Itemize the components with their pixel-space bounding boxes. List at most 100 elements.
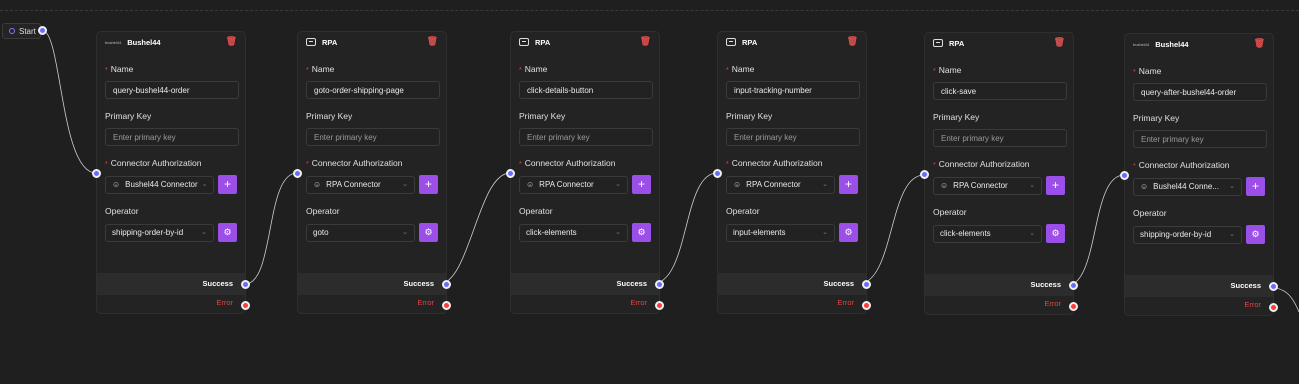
add-connector-button[interactable]: + — [419, 175, 438, 194]
name-input[interactable]: query-bushel44-order — [105, 81, 239, 99]
name-input[interactable]: query-after-bushel44-order — [1133, 83, 1267, 101]
connector-authorization-label: * Connector Authorization — [519, 158, 616, 168]
play-icon — [9, 28, 15, 34]
add-connector-button[interactable]: + — [839, 175, 858, 194]
operator-label: Operator — [306, 206, 340, 216]
primary-key-label: Primary Key — [1133, 113, 1180, 123]
connector-select[interactable]: ☺ RPA Connector ⌄ — [933, 176, 1042, 195]
node-card[interactable]: RPA 🗑 * Name click-details-button Primary… — [510, 31, 660, 314]
node-type-label: RPA — [535, 37, 551, 47]
delete-node-icon[interactable]: 🗑 — [1254, 39, 1265, 48]
error-output-handle[interactable] — [442, 301, 451, 310]
primary-key-input[interactable]: Enter primary key — [726, 128, 860, 146]
node-header[interactable]: bushel44 Bushel44 🗑 — [97, 32, 245, 52]
connector-select[interactable]: ☺ RPA Connector ⌄ — [519, 175, 628, 194]
name-label: * Name — [519, 64, 548, 74]
operator-settings-button[interactable]: ⚙ — [839, 223, 858, 242]
delete-node-icon[interactable]: 🗑 — [427, 37, 438, 46]
error-output-handle[interactable] — [1069, 302, 1078, 311]
operator-select[interactable]: shipping-order-by-id ⌄ — [1133, 225, 1242, 244]
user-icon: ☺ — [1140, 181, 1149, 191]
primary-key-input[interactable]: Enter primary key — [105, 128, 239, 146]
operator-settings-button[interactable]: ⚙ — [632, 223, 651, 242]
add-connector-button[interactable]: + — [632, 175, 651, 194]
required-marker: * — [105, 161, 108, 168]
error-output-handle[interactable] — [1269, 303, 1278, 312]
operator-value: goto — [313, 227, 329, 237]
node-header[interactable]: RPA 🗑 — [925, 33, 1073, 53]
operator-select[interactable]: goto ⌄ — [306, 223, 415, 242]
connector-select[interactable]: ☺ Bushel44 Conne... ⌄ — [1133, 177, 1242, 196]
connector-select[interactable]: ☺ Bushel44 Connector ⌄ — [105, 175, 214, 194]
operator-select[interactable]: click-elements ⌄ — [933, 224, 1042, 243]
node-header[interactable]: RPA 🗑 — [718, 32, 866, 52]
operator-select[interactable]: shipping-order-by-id ⌄ — [105, 223, 214, 242]
node-card[interactable]: bushel44 Bushel44 🗑 * Name query-after-bu… — [1124, 33, 1274, 316]
bushel44-logo-icon: bushel44 — [1133, 41, 1150, 47]
delete-node-icon[interactable]: 🗑 — [226, 37, 237, 46]
node-card[interactable]: RPA 🗑 * Name goto-order-shipping-page Pri… — [297, 31, 447, 314]
name-label: * Name — [306, 64, 335, 74]
chevron-down-icon: ⌄ — [402, 228, 408, 236]
input-handle[interactable] — [920, 170, 929, 179]
operator-settings-button[interactable]: ⚙ — [419, 223, 438, 242]
node-card[interactable]: bushel44 Bushel44 🗑 * Name query-bushel44… — [96, 31, 246, 314]
input-handle[interactable] — [1120, 171, 1129, 180]
primary-key-input[interactable]: Enter primary key — [519, 128, 653, 146]
add-connector-button[interactable]: + — [218, 175, 237, 194]
connector-select[interactable]: ☺ RPA Connector ⌄ — [306, 175, 415, 194]
operator-select[interactable]: input-elements ⌄ — [726, 223, 835, 242]
success-output-handle[interactable] — [1269, 282, 1278, 291]
input-handle[interactable] — [293, 169, 302, 178]
operator-select[interactable]: click-elements ⌄ — [519, 223, 628, 242]
error-label: Error — [1044, 299, 1061, 308]
rpa-icon — [306, 38, 316, 46]
required-marker: * — [1133, 163, 1136, 170]
node-card[interactable]: RPA 🗑 * Name click-save Primary Key Enter… — [924, 32, 1074, 315]
chevron-down-icon: ⌄ — [1229, 230, 1235, 238]
delete-node-icon[interactable]: 🗑 — [847, 37, 858, 46]
success-output-handle[interactable] — [655, 280, 664, 289]
name-input[interactable]: goto-order-shipping-page — [306, 81, 440, 99]
node-header[interactable]: bushel44 Bushel44 🗑 — [1125, 34, 1273, 54]
success-label: Success — [202, 279, 233, 288]
start-node[interactable]: Start — [2, 23, 41, 39]
connector-select[interactable]: ☺ RPA Connector ⌄ — [726, 175, 835, 194]
start-output-handle[interactable] — [38, 26, 47, 35]
name-input[interactable]: click-save — [933, 82, 1067, 100]
operator-settings-button[interactable]: ⚙ — [1246, 225, 1265, 244]
success-output-handle[interactable] — [862, 280, 871, 289]
error-output-handle[interactable] — [655, 301, 664, 310]
primary-key-input[interactable]: Enter primary key — [1133, 130, 1267, 148]
primary-key-input[interactable]: Enter primary key — [933, 129, 1067, 147]
user-icon: ☺ — [526, 179, 535, 189]
node-card[interactable]: RPA 🗑 * Name input-tracking-number Primar… — [717, 31, 867, 314]
add-connector-button[interactable]: + — [1246, 177, 1265, 196]
success-output-handle[interactable] — [1069, 281, 1078, 290]
operator-settings-button[interactable]: ⚙ — [218, 223, 237, 242]
node-header[interactable]: RPA 🗑 — [511, 32, 659, 52]
operator-settings-button[interactable]: ⚙ — [1046, 224, 1065, 243]
add-connector-button[interactable]: + — [1046, 176, 1065, 195]
error-output-handle[interactable] — [862, 301, 871, 310]
name-input[interactable]: input-tracking-number — [726, 81, 860, 99]
required-marker: * — [933, 162, 936, 169]
primary-key-input[interactable]: Enter primary key — [306, 128, 440, 146]
input-handle[interactable] — [92, 169, 101, 178]
success-output-handle[interactable] — [241, 280, 250, 289]
name-input[interactable]: click-details-button — [519, 81, 653, 99]
connector-authorization-label: * Connector Authorization — [726, 158, 823, 168]
input-handle[interactable] — [713, 169, 722, 178]
success-row: Success — [1125, 275, 1273, 297]
error-output-handle[interactable] — [241, 301, 250, 310]
success-label: Success — [616, 279, 647, 288]
chevron-down-icon: ⌄ — [822, 228, 828, 236]
connector-value: RPA Connector — [539, 179, 594, 189]
required-marker: * — [306, 161, 309, 168]
input-handle[interactable] — [506, 169, 515, 178]
delete-node-icon[interactable]: 🗑 — [640, 37, 651, 46]
node-header[interactable]: RPA 🗑 — [298, 32, 446, 52]
required-marker: * — [1133, 69, 1136, 76]
delete-node-icon[interactable]: 🗑 — [1054, 38, 1065, 47]
success-output-handle[interactable] — [442, 280, 451, 289]
